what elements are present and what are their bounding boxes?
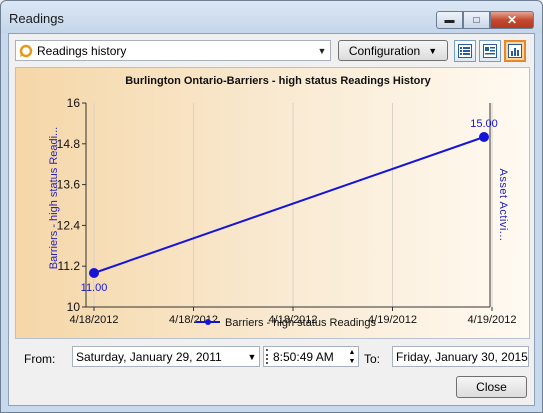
data-point[interactable] (479, 132, 489, 142)
chart-view-button[interactable] (504, 40, 526, 62)
configuration-button[interactable]: Configuration ▼ (338, 40, 448, 61)
readings-chart: Burlington Ontario-Barriers - high statu… (15, 67, 530, 339)
history-icon (19, 44, 33, 57)
to-date-value: Friday, January 30, 2015 (396, 349, 528, 364)
x-tick-label: 4/19/2012 (468, 314, 517, 326)
close-button[interactable]: Close (456, 376, 527, 398)
maximize-button[interactable]: □ (463, 11, 490, 29)
chart-view-icon (508, 44, 522, 58)
chevron-down-icon: ▼ (428, 45, 438, 56)
maximize-icon: □ (473, 14, 480, 26)
close-window-button[interactable]: ✕ (490, 11, 534, 29)
x-tick-label: 4/18/2012 (70, 314, 119, 326)
chevron-down-icon[interactable]: ▼ (314, 46, 330, 56)
from-label: From: (24, 352, 56, 366)
minimize-icon: ▬ (444, 14, 455, 26)
close-icon: ✕ (506, 13, 518, 27)
window-title: Readings (9, 11, 64, 26)
series-line (93, 136, 485, 274)
data-label: 11.00 (81, 282, 108, 294)
spin-up-icon[interactable]: ▲ (349, 348, 356, 357)
detail-view-button[interactable] (479, 40, 501, 62)
chart-canvas: Burlington Ontario-Barriers - high statu… (48, 75, 517, 329)
minimize-button[interactable]: ▬ (436, 11, 463, 29)
legend-marker (205, 319, 211, 325)
y-tick-label: 13.6 (57, 178, 81, 192)
close-button-label: Close (476, 380, 507, 394)
from-date-picker[interactable]: Saturday, January 29, 2011 ▼ (72, 346, 260, 367)
y-tick-label: 16 (67, 96, 81, 110)
title-bar[interactable]: Readings ▬ □ ✕ (1, 1, 542, 33)
configuration-label: Configuration (348, 43, 421, 58)
y-tick-label: 10 (67, 300, 81, 314)
y-tick-label: 11.2 (58, 259, 81, 273)
client-area: Readings history ▼ Configuration ▼ Burli… (8, 33, 535, 406)
from-time-picker[interactable]: 8:50:49 AM ▲ ▼ (263, 346, 359, 367)
readings-window: Readings ▬ □ ✕ Readings history ▼ Config… (0, 0, 543, 413)
to-label: To: (364, 352, 381, 366)
chart-title: Burlington Ontario-Barriers - high statu… (125, 75, 431, 87)
chevron-down-icon[interactable]: ▼ (245, 352, 259, 362)
spin-down-icon[interactable]: ▼ (349, 357, 356, 366)
x-tick-label: 4/18/2012 (169, 314, 218, 326)
list-view-button[interactable] (454, 40, 476, 62)
drag-grip-icon (266, 349, 270, 364)
data-point[interactable] (89, 268, 99, 278)
detail-view-icon (483, 44, 497, 58)
y-axis-label: Barriers - high status Readi... (48, 127, 60, 269)
data-label: 15.00 (470, 118, 498, 130)
legend-label: Barriers - high status Readings (225, 317, 377, 329)
y2-axis-label: Asset Activi... (497, 169, 509, 242)
history-select[interactable]: Readings history ▼ (15, 40, 331, 61)
to-date-picker[interactable]: Friday, January 30, 2015 (392, 346, 529, 367)
y-tick-label: 12.4 (57, 218, 81, 232)
y-tick-label: 14.8 (57, 137, 81, 151)
history-select-value: Readings history (37, 43, 127, 58)
caption-buttons: ▬ □ ✕ (436, 11, 534, 29)
from-date-value: Saturday, January 29, 2011 (76, 349, 222, 364)
list-view-icon (458, 44, 472, 58)
time-spinner[interactable]: ▲ ▼ (346, 348, 358, 366)
from-time-value: 8:50:49 AM (273, 349, 334, 364)
